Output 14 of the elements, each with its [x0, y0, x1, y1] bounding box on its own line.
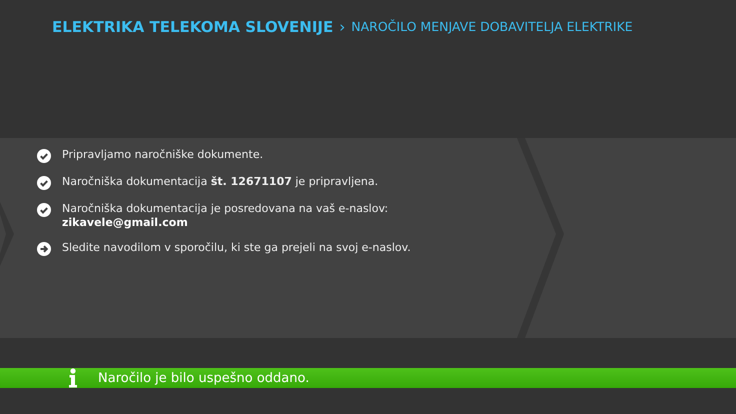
- check-icon: [37, 176, 51, 190]
- step-text: Naročniška dokumentacija št. 12671107 je pripravljena.: [62, 175, 378, 189]
- breadcrumb-separator: ›: [339, 17, 346, 37]
- email-address: zikavele@gmail.com: [62, 216, 189, 229]
- step-text: Pripravljamo naročniške dokumente.: [62, 148, 264, 162]
- page-title: NAROČILO MENJAVE DOBAVITELJA ELEKTRIKE: [351, 18, 633, 36]
- brand-title: ELEKTRIKA TELEKOMA SLOVENIJE: [52, 17, 334, 37]
- info-icon: [68, 368, 78, 388]
- check-icon: [37, 149, 51, 163]
- arrow-right-icon: [37, 242, 51, 256]
- step-text: Sledite navodilom v sporočilu, ki ste ga prejeli na svoj e-naslov.: [62, 241, 411, 255]
- notification-text: Naročilo je bilo uspešno oddano.: [98, 370, 310, 386]
- check-icon: [37, 203, 51, 217]
- step-text: Naročniška dokumentacija je posredovana na vaš e-naslov:: [62, 202, 388, 216]
